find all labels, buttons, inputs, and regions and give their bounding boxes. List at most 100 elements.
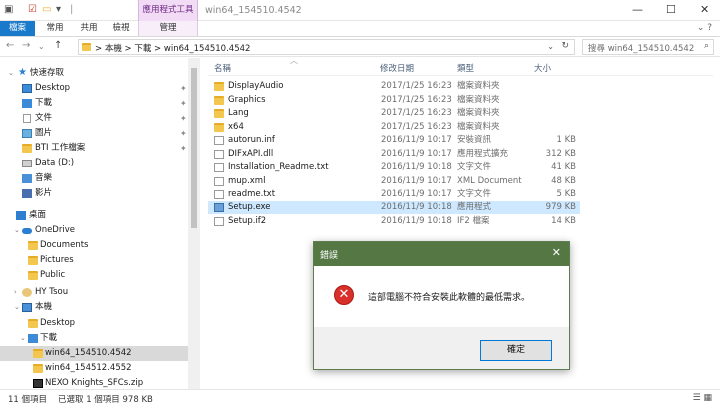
- file-row[interactable]: DIFxAPI.dll 2016/11/9 10:17 應用程式擴充 312 K…: [208, 148, 580, 161]
- folder-icon: [28, 319, 38, 328]
- nav-item-win64-4542[interactable]: win64_154510.4542: [0, 346, 188, 361]
- file-date: 2016/11/9 10:17: [381, 149, 452, 159]
- nav-item-user[interactable]: › HY Tsou: [0, 285, 188, 300]
- file-icon: [214, 177, 224, 186]
- close-button[interactable]: ✕: [700, 3, 709, 16]
- expand-icon[interactable]: ⌄: [20, 331, 26, 346]
- new-folder-icon[interactable]: ▭: [42, 4, 51, 15]
- item-count: 11 個項目: [8, 395, 48, 405]
- file-row[interactable]: DisplayAudio 2017/1/25 16:23 檔案資料夾: [208, 80, 580, 93]
- column-header-name[interactable]: 名稱: [214, 62, 231, 74]
- column-header-type[interactable]: 類型: [457, 62, 474, 74]
- nav-item-downloads[interactable]: 下載 ✦: [0, 96, 188, 111]
- tab-view[interactable]: 檢視: [106, 21, 136, 36]
- file-row[interactable]: mup.xml 2016/11/9 10:17 XML Document 48 …: [208, 175, 580, 188]
- nav-item-videos[interactable]: 影片: [0, 186, 188, 201]
- file-date: 2016/11/9 10:18: [381, 216, 452, 226]
- file-row[interactable]: x64 2017/1/25 16:23 檔案資料夾: [208, 121, 580, 134]
- file-row-selected[interactable]: Setup.exe 2016/11/9 10:18 應用程式 979 KB: [208, 201, 580, 214]
- nav-label: win64_154510.4542: [45, 348, 132, 358]
- ribbon: 檔案 常用 共用 檢視 管理 ⌄ ?: [0, 21, 720, 37]
- column-header-size[interactable]: 大小: [534, 62, 551, 74]
- selection-info: 已選取 1 個項目 978 KB: [58, 395, 153, 405]
- folder-icon: [28, 241, 38, 250]
- file-size: 979 KB: [545, 202, 576, 212]
- search-placeholder: 搜尋 win64_154510.4542: [588, 44, 695, 54]
- forward-icon[interactable]: →: [22, 40, 30, 51]
- file-row[interactable]: autorun.inf 2016/11/9 10:17 安裝資訊 1 KB: [208, 134, 580, 147]
- file-type: 檔案資料夾: [457, 81, 500, 91]
- nav-label: Pictures: [40, 255, 74, 265]
- file-icon: [214, 150, 224, 159]
- ribbon-help-icon[interactable]: ⌄ ?: [697, 23, 712, 33]
- view-toggle-icon[interactable]: ☰ ▦: [693, 393, 712, 403]
- file-name: x64: [228, 122, 244, 132]
- properties-icon[interactable]: ☑: [28, 4, 37, 15]
- file-row[interactable]: Graphics 2017/1/25 16:23 檔案資料夾: [208, 94, 580, 107]
- column-header-date[interactable]: 修改日期: [380, 62, 414, 74]
- nav-item-desktop-root[interactable]: 桌面: [0, 208, 188, 223]
- sort-caret-icon: ︿: [290, 56, 298, 65]
- nav-item-music[interactable]: 音樂: [0, 171, 188, 186]
- maximize-button[interactable]: ☐: [666, 3, 676, 16]
- file-row[interactable]: Lang 2017/1/25 16:23 檔案資料夾: [208, 107, 580, 120]
- expand-icon[interactable]: ⌄: [14, 300, 20, 315]
- nav-quick-access[interactable]: ⌄ ★ 快速存取: [0, 66, 188, 81]
- address-bar[interactable]: > 本機 > 下載 > win64_154510.4542 ⌄ ↻: [78, 39, 575, 55]
- nav-item-win64-4552[interactable]: win64_154512.4552: [0, 361, 188, 376]
- up-icon[interactable]: ↑: [54, 40, 62, 51]
- recent-dropdown-icon[interactable]: ⌄: [38, 42, 45, 51]
- nav-scrollbar[interactable]: [188, 58, 200, 389]
- expand-icon[interactable]: ⌄: [14, 223, 20, 238]
- file-row[interactable]: readme.txt 2016/11/9 10:17 文字文件 5 KB: [208, 188, 580, 201]
- file-type: 檔案資料夾: [457, 122, 500, 132]
- address-dropdown-icon[interactable]: ⌄: [547, 42, 554, 51]
- minimize-button[interactable]: —: [632, 3, 643, 16]
- file-date: 2016/11/9 10:17: [381, 189, 452, 199]
- nav-item-pictures[interactable]: 圖片 ✦: [0, 126, 188, 141]
- file-date: 2017/1/25 16:23: [381, 81, 452, 91]
- breadcrumb[interactable]: > 本機 > 下載 > win64_154510.4542: [95, 42, 250, 54]
- nav-item-desktop[interactable]: Desktop ✦: [0, 81, 188, 96]
- tab-manage[interactable]: 管理: [138, 21, 198, 36]
- desktop-icon: [22, 84, 32, 93]
- file-row[interactable]: Setup.if2 2016/11/9 10:18 IF2 檔案 14 KB: [208, 215, 580, 228]
- nav-label: 圖片: [35, 128, 53, 138]
- back-icon[interactable]: ←: [6, 40, 14, 51]
- nav-item-data-drive[interactable]: Data (D:): [0, 156, 188, 171]
- nav-item-this-pc[interactable]: ⌄ 本機: [0, 300, 188, 315]
- separator-icon: |: [70, 4, 74, 15]
- nav-item-bti[interactable]: BTI 工作檔案 ✦: [0, 141, 188, 156]
- header-divider: [208, 75, 713, 76]
- tab-share[interactable]: 共用: [74, 21, 104, 36]
- tab-home[interactable]: 常用: [38, 21, 72, 36]
- nav-item-onedrive[interactable]: ⌄ OneDrive: [0, 223, 188, 238]
- tab-file[interactable]: 檔案: [0, 21, 35, 36]
- expand-icon[interactable]: ›: [14, 285, 17, 300]
- onedrive-icon: [22, 228, 32, 234]
- nav-item-pc-desktop[interactable]: Desktop: [0, 316, 188, 331]
- nav-item-pc-downloads[interactable]: ⌄ 下載: [0, 331, 188, 346]
- refresh-icon[interactable]: ↻: [561, 41, 569, 51]
- nav-item-od-public[interactable]: Public: [0, 268, 188, 283]
- ok-button[interactable]: 確定: [480, 340, 552, 361]
- nav-item-od-documents[interactable]: Documents: [0, 238, 188, 253]
- file-name: autorun.inf: [228, 135, 275, 145]
- nav-item-documents[interactable]: 文件 ✦: [0, 111, 188, 126]
- file-icon: [214, 190, 224, 199]
- file-name: Graphics: [228, 95, 266, 105]
- expand-icon[interactable]: ⌄: [8, 66, 14, 81]
- dialog-close-button[interactable]: ✕: [552, 246, 561, 259]
- file-name: readme.txt: [228, 189, 276, 199]
- search-input[interactable]: 搜尋 win64_154510.4542 ⌕: [582, 39, 714, 55]
- file-row[interactable]: Installation_Readme.txt 2016/11/9 10:18 …: [208, 161, 580, 174]
- music-icon: [22, 174, 32, 183]
- nav-item-od-pictures[interactable]: Pictures: [0, 253, 188, 268]
- nav-label: Desktop: [35, 83, 71, 93]
- nav-label: 下載: [40, 333, 58, 343]
- scrollbar-thumb[interactable]: [191, 68, 197, 228]
- qa-dropdown-icon[interactable]: ▾: [56, 4, 61, 15]
- status-bar: 11 個項目 已選取 1 個項目 978 KB ☰ ▦: [0, 389, 720, 407]
- nav-item-nexo-zip[interactable]: NEXO Knights_SFCs.zip: [0, 376, 188, 389]
- folder-icon: [33, 364, 43, 373]
